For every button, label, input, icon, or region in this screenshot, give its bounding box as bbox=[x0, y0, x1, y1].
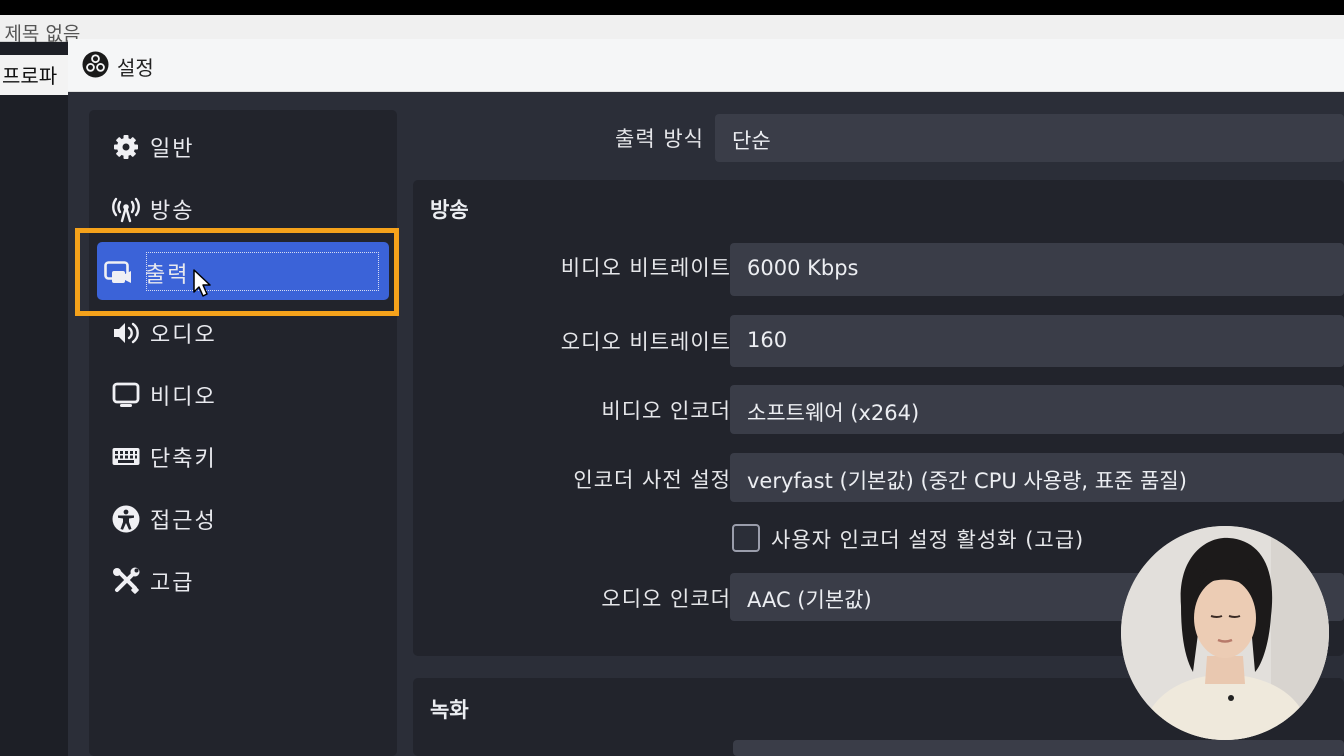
sidebar-item-accessibility[interactable]: 접근성 bbox=[89, 490, 397, 546]
monitor-icon bbox=[112, 382, 140, 407]
encoder-preset-label: 인코더 사전 설정 bbox=[573, 468, 731, 492]
sidebar-item-hotkeys[interactable]: 단축키 bbox=[89, 428, 397, 484]
video-bitrate-value: 6000 Kbps bbox=[747, 256, 859, 280]
output-icon bbox=[104, 261, 131, 283]
audio-bitrate-select[interactable]: 160 bbox=[730, 315, 1344, 367]
sidebar-item-label: 고급 bbox=[150, 571, 195, 596]
sidebar-item-output[interactable]: 출력 bbox=[89, 242, 397, 300]
sidebar-item-advanced[interactable]: 고급 bbox=[89, 552, 397, 608]
sidebar-item-label: 접근성 bbox=[150, 509, 217, 534]
accessibility-icon bbox=[112, 505, 140, 533]
background-titlebar bbox=[0, 15, 1344, 42]
custom-encoder-checkbox-label[interactable]: 사용자 인코더 설정 활성화 (고급) bbox=[771, 524, 1084, 554]
antenna-icon bbox=[112, 197, 140, 223]
sidebar-item-label: 일반 bbox=[150, 137, 195, 162]
audio-encoder-label: 오디오 인코더 bbox=[601, 587, 731, 611]
keyboard-icon bbox=[112, 448, 140, 465]
video-encoder-select[interactable]: 소프트웨어 (x264) bbox=[730, 385, 1344, 434]
video-bitrate-label: 비디오 비트레이트 bbox=[560, 256, 731, 280]
audio-bitrate-label: 오디오 비트레이트 bbox=[560, 330, 731, 354]
output-mode-label: 출력 방식 bbox=[615, 127, 704, 151]
custom-encoder-checkbox[interactable] bbox=[732, 524, 760, 552]
sidebar-item-label: 비디오 bbox=[150, 385, 217, 410]
sidebar-item-label: 오디오 bbox=[150, 323, 217, 348]
dialog-titlebar: 설정 bbox=[68, 39, 1344, 92]
obs-logo-icon bbox=[82, 51, 109, 78]
gear-icon bbox=[114, 135, 138, 159]
recording-path-field[interactable] bbox=[733, 740, 1344, 756]
audio-bitrate-value: 160 bbox=[747, 328, 788, 352]
encoder-preset-select[interactable]: veryfast (기본값) (중간 CPU 사용량, 표준 품질) bbox=[730, 453, 1344, 502]
sidebar-item-stream[interactable]: 방송 bbox=[89, 180, 397, 236]
speaker-icon bbox=[114, 322, 139, 344]
output-mode-select[interactable]: 단순 bbox=[715, 114, 1344, 162]
video-bitrate-input[interactable]: 6000 Kbps bbox=[730, 243, 1344, 296]
tools-icon bbox=[113, 567, 140, 594]
recording-group-title: 녹화 bbox=[430, 698, 469, 722]
sidebar-item-label: 출력 bbox=[145, 263, 190, 288]
video-encoder-label: 비디오 인코더 bbox=[601, 399, 731, 423]
settings-sidebar: 일반 방송 출력 오디오 비디오 단축키 접근성 고급 bbox=[89, 110, 397, 756]
sidebar-item-general[interactable]: 일반 bbox=[89, 118, 397, 174]
sidebar-item-audio[interactable]: 오디오 bbox=[89, 304, 397, 360]
presenter-image bbox=[1121, 526, 1329, 740]
sidebar-item-video[interactable]: 비디오 bbox=[89, 366, 397, 422]
dialog-title: 설정 bbox=[117, 56, 154, 80]
output-mode-value: 단순 bbox=[732, 129, 771, 153]
encoder-preset-value: veryfast (기본값) (중간 CPU 사용량, 표준 품질) bbox=[747, 469, 1187, 493]
mouse-cursor-icon bbox=[193, 269, 211, 297]
video-encoder-value: 소프트웨어 (x264) bbox=[747, 401, 920, 425]
background-menu-profile[interactable]: 프로파 bbox=[2, 60, 57, 89]
webcam-overlay bbox=[1121, 526, 1329, 740]
sidebar-item-label: 단축키 bbox=[150, 447, 217, 472]
streaming-group-title: 방송 bbox=[430, 198, 469, 222]
screen-top-bar bbox=[0, 0, 1344, 15]
audio-encoder-value: AAC (기본값) bbox=[747, 588, 872, 612]
sidebar-item-label: 방송 bbox=[150, 199, 195, 224]
